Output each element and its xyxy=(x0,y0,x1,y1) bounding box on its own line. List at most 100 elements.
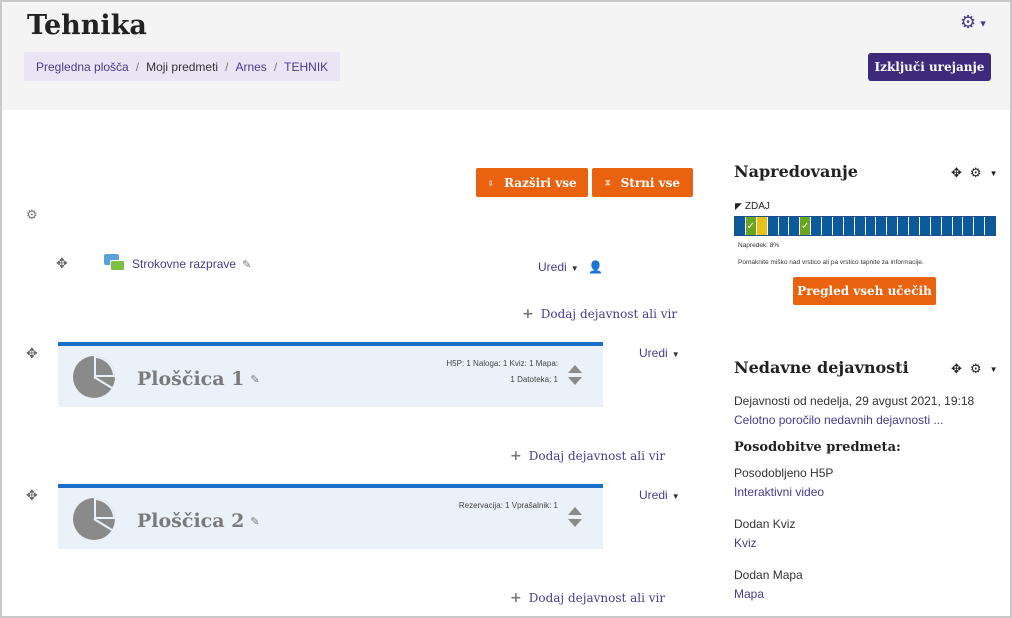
progress-cell[interactable] xyxy=(822,217,833,235)
tile-1-edit-menu[interactable]: Uredi ▼ xyxy=(639,346,680,360)
progress-cell[interactable] xyxy=(974,217,986,235)
progress-cell[interactable] xyxy=(735,217,746,235)
sort-arrows-icon[interactable] xyxy=(567,364,583,386)
chevron-down-icon[interactable]: ▼ xyxy=(990,365,998,374)
page-header: Tehnika ⚙ ▼ Pregledna plošča / Moji pred… xyxy=(2,2,1010,110)
recent-item-action: Posodobljeno H5P xyxy=(734,466,834,480)
tile-summary-line: Rezervacija: 1 Vprašalnik: 1 xyxy=(458,501,558,510)
breadcrumb-my-courses[interactable]: Moji predmeti xyxy=(146,60,218,74)
progress-percentage: Napredek: 8% xyxy=(738,242,780,249)
progress-cell[interactable] xyxy=(779,217,790,235)
pencil-icon[interactable]: ✎ xyxy=(250,515,259,528)
breadcrumb: Pregledna plošča / Moji predmeti / Arnes… xyxy=(24,52,341,81)
chevron-down-icon[interactable]: ▼ xyxy=(990,169,998,178)
gear-icon[interactable]: ⚙ xyxy=(970,361,982,377)
edit-label: Uredi xyxy=(639,346,668,360)
breadcrumb-separator: / xyxy=(225,59,229,74)
pencil-icon[interactable]: ✎ xyxy=(242,258,251,271)
progress-cell[interactable] xyxy=(811,217,822,235)
page-title: Tehnika xyxy=(27,10,147,41)
move-icon[interactable]: ✥ xyxy=(26,487,38,504)
breadcrumb-dashboard[interactable]: Pregledna plošča xyxy=(36,60,129,74)
progress-cell[interactable] xyxy=(844,217,855,235)
add-activity-link[interactable]: + Dodaj dejavnost ali vir xyxy=(522,306,677,322)
progress-cell[interactable] xyxy=(833,217,844,235)
collapse-all-label: Strni vse xyxy=(620,175,680,190)
progress-cell[interactable] xyxy=(855,217,866,235)
now-marker-icon: ◤ xyxy=(735,201,742,211)
tile-title[interactable]: Ploščica 2 ✎ xyxy=(137,510,260,532)
progress-cell[interactable] xyxy=(931,217,942,235)
move-icon[interactable]: ✥ xyxy=(26,345,38,362)
tile-1-title: Ploščica 1 xyxy=(137,368,245,390)
edit-label: Uredi xyxy=(538,260,567,274)
breadcrumb-course[interactable]: TEHNIK xyxy=(284,60,328,74)
progress-cell[interactable]: ✓ xyxy=(745,217,757,235)
tile-title[interactable]: Ploščica 1 ✎ xyxy=(137,368,260,390)
tile-2[interactable]: Ploščica 2 ✎ Rezervacija: 1 Vprašalnik: 1 xyxy=(58,484,603,549)
course-updates-heading: Posodobitve predmeta: xyxy=(734,440,901,455)
pie-chart-icon xyxy=(73,498,115,540)
forum-edit-menu[interactable]: Uredi ▼ xyxy=(538,260,579,274)
pie-chart-icon xyxy=(73,356,115,398)
tile-summary: H5P: 1 Naloga: 1 Kviz: 1 Mapa: 1 Datoteka… xyxy=(418,356,558,388)
progress-cell[interactable] xyxy=(953,217,964,235)
progress-cell[interactable]: ✓ xyxy=(800,217,812,235)
progress-cell[interactable] xyxy=(887,217,899,235)
gear-icon[interactable]: ⚙ xyxy=(970,165,982,181)
tile-summary-line: 1 Datoteka: 1 xyxy=(510,375,558,384)
tile-summary-line: H5P: 1 Naloga: 1 Kviz: 1 Mapa: xyxy=(446,359,558,368)
recent-item-link[interactable]: Mapa xyxy=(734,587,764,601)
chevron-down-icon: ▼ xyxy=(570,264,579,273)
progress-cell[interactable] xyxy=(768,217,779,235)
progress-cell[interactable] xyxy=(898,217,909,235)
add-activity-link[interactable]: + Dodaj dejavnost ali vir xyxy=(510,590,665,606)
pencil-icon[interactable]: ✎ xyxy=(250,373,259,386)
chevron-down-icon: ▼ xyxy=(671,492,680,501)
toggle-editing-button[interactable]: Izključi urejanje xyxy=(868,53,991,81)
forum-icon xyxy=(104,254,126,274)
recent-item-link[interactable]: Kviz xyxy=(734,536,757,550)
forum-link[interactable]: Strokovne razprave xyxy=(132,257,236,271)
progress-cell[interactable] xyxy=(985,217,995,235)
collapse-all-button[interactable]: ⧗ Strni vse xyxy=(592,168,693,197)
move-icon[interactable]: ✥ xyxy=(951,361,962,377)
move-icon[interactable]: ✥ xyxy=(56,255,68,272)
breadcrumb-separator: / xyxy=(273,59,278,74)
block-controls: ✥ ⚙ ▼ xyxy=(951,165,997,181)
progress-cell[interactable] xyxy=(909,217,920,235)
progress-cell[interactable] xyxy=(963,217,975,235)
chevron-down-icon: ▼ xyxy=(671,350,680,359)
recent-block-title: Nedavne dejavnosti xyxy=(734,358,909,377)
progress-bar[interactable]: ✓ ✓ xyxy=(734,216,996,236)
progress-cell[interactable] xyxy=(866,217,877,235)
recent-item-link[interactable]: Interaktivni video xyxy=(734,485,824,499)
course-settings-gear-icon[interactable]: ⚙ ▼ xyxy=(960,12,988,33)
progress-cell[interactable] xyxy=(756,217,768,235)
group-mode-icon[interactable]: 👤 xyxy=(588,260,603,274)
progress-cell[interactable] xyxy=(789,217,801,235)
tile-1[interactable]: Ploščica 1 ✎ H5P: 1 Naloga: 1 Kviz: 1 Map… xyxy=(58,342,603,407)
block-controls: ✥ ⚙ ▼ xyxy=(951,361,997,377)
progress-now-label: ZDAJ xyxy=(744,201,770,212)
section-settings-gear-icon[interactable]: ⚙ xyxy=(26,207,38,223)
add-activity-label: Dodaj dejavnost ali vir xyxy=(528,449,666,463)
add-activity-label: Dodaj dejavnost ali vir xyxy=(540,307,678,321)
recent-item-action: Dodan Mapa xyxy=(734,568,803,582)
progress-cell[interactable] xyxy=(876,217,888,235)
progress-cell[interactable] xyxy=(942,217,953,235)
recent-item-action: Dodan Kviz xyxy=(734,517,796,531)
progress-block-title: Napredovanje xyxy=(734,162,858,181)
plus-icon: + xyxy=(522,306,534,322)
forum-activity: Strokovne razprave ✎ xyxy=(104,254,251,274)
progress-cell[interactable] xyxy=(920,217,931,235)
add-activity-link[interactable]: + Dodaj dejavnost ali vir xyxy=(510,448,665,464)
tile-2-edit-menu[interactable]: Uredi ▼ xyxy=(639,488,680,502)
sort-arrows-icon[interactable] xyxy=(567,506,583,528)
breadcrumb-arnes[interactable]: Arnes xyxy=(235,60,266,74)
progress-now-marker: ◤ ZDAJ xyxy=(735,201,770,212)
expand-all-button[interactable]: ⇕ Razširi vse xyxy=(476,168,588,197)
move-icon[interactable]: ✥ xyxy=(951,165,962,181)
full-report-link[interactable]: Celotno poročilo nedavnih dejavnosti ... xyxy=(734,413,943,427)
overview-students-button[interactable]: Pregled vseh učečih xyxy=(793,277,936,305)
